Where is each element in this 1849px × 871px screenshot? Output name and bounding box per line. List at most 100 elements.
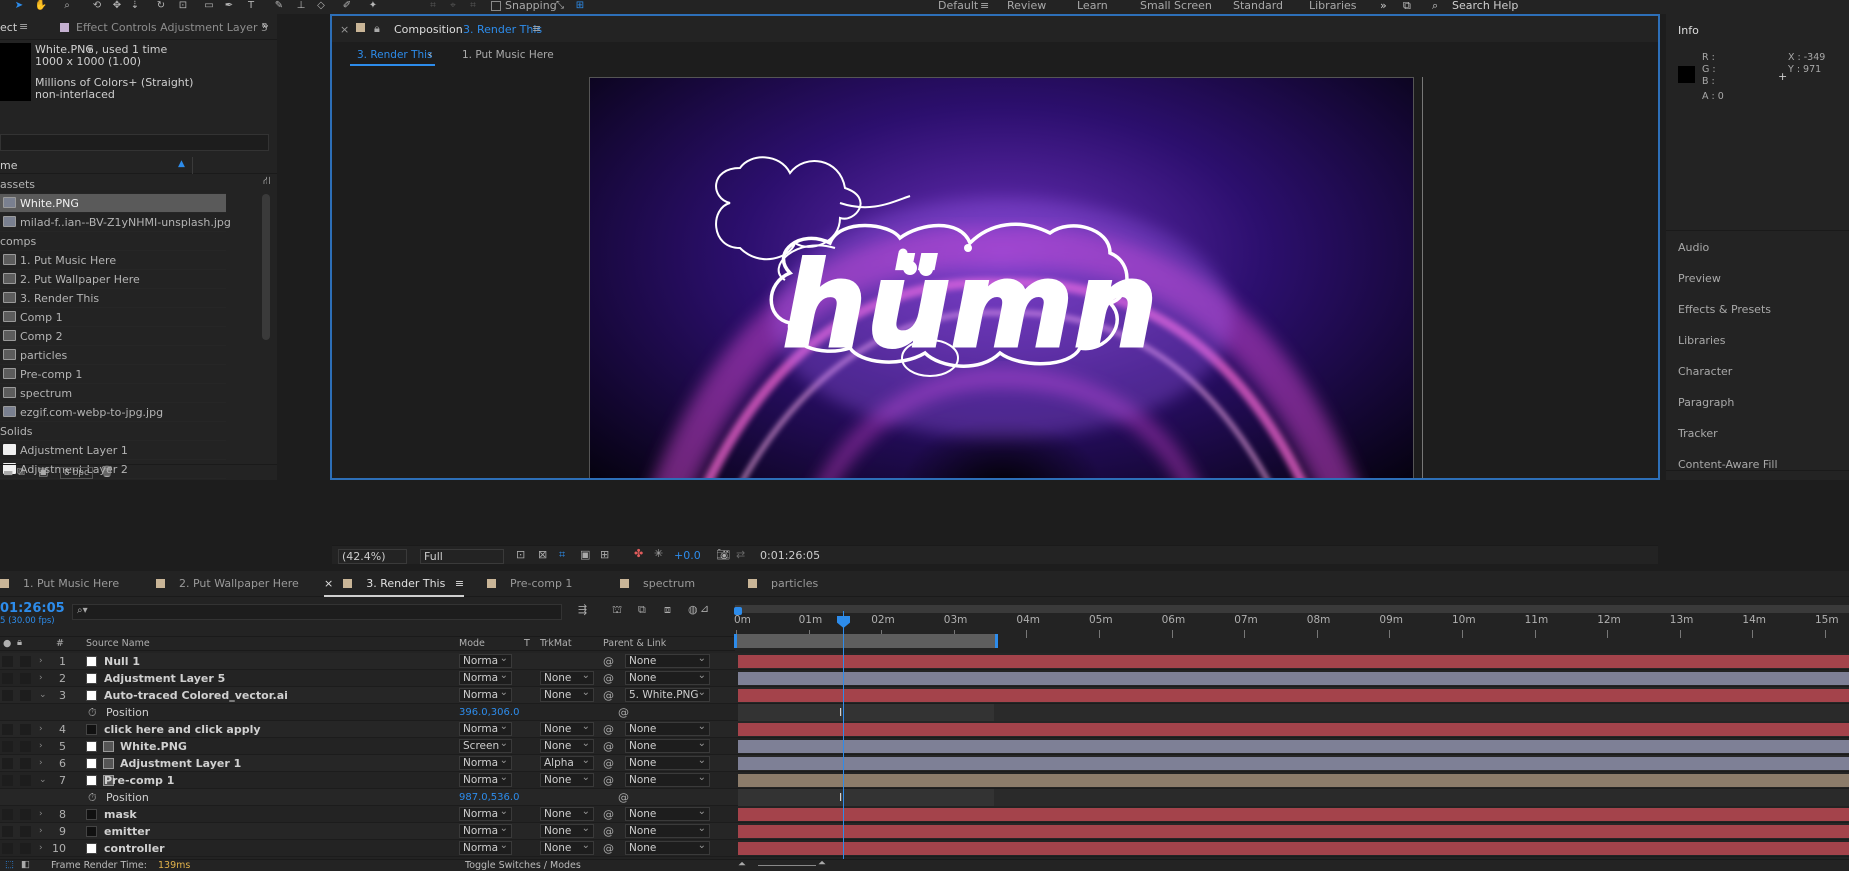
visibility-toggle[interactable] (2, 809, 13, 820)
snap-options-icon[interactable]: ⤡ (553, 0, 567, 13)
layer-duration-bar[interactable] (738, 808, 1849, 821)
layer-name[interactable]: emitter (104, 823, 150, 840)
layer-label-color[interactable] (86, 690, 97, 701)
layer-label-color[interactable] (86, 656, 97, 667)
snapping-checkbox[interactable] (491, 1, 501, 11)
world-axis-icon[interactable]: ⌖ (446, 0, 460, 13)
search-help-input[interactable]: Search Help (1452, 0, 1518, 12)
project-item[interactable]: comps (0, 232, 226, 251)
layer-name[interactable]: Adjustment Layer 1 (120, 755, 241, 772)
breadcrumb-render-this[interactable]: 3. Render This (357, 49, 433, 61)
pickwhip-icon[interactable]: @ (603, 687, 614, 704)
trkmat-dropdown[interactable]: None (540, 671, 594, 685)
lock-toggle[interactable] (20, 809, 31, 820)
view-axis-icon[interactable]: ⌗ (466, 0, 480, 13)
layer-name[interactable]: White.PNG (120, 738, 187, 755)
property-row[interactable]: ⏱ Position 396.0,306.0 @ I (0, 704, 1849, 721)
pan-tool-icon[interactable]: ✥ (110, 0, 124, 13)
layer-name[interactable]: controller (104, 840, 165, 857)
property-track[interactable]: I (738, 704, 1849, 721)
layer-name[interactable]: Null 1 (104, 653, 140, 670)
breadcrumb-put-music[interactable]: 1. Put Music Here (462, 49, 554, 61)
layer-duration-bar[interactable] (738, 740, 1849, 753)
layer-duration-bar[interactable] (738, 842, 1849, 855)
zoom-tool-icon[interactable]: ⌕ (60, 0, 74, 13)
sort-ascending-icon[interactable]: ▲ (178, 159, 185, 169)
selection-tool-icon[interactable]: ➤ (12, 0, 26, 13)
layer-duration-bar[interactable] (738, 689, 1849, 702)
layer-duration-bar[interactable] (738, 774, 1849, 787)
mode-dropdown[interactable]: Norma (459, 773, 512, 787)
mode-dropdown[interactable]: Norma (459, 688, 512, 702)
parent-dropdown[interactable]: None (625, 824, 710, 838)
layer-duration-bar[interactable] (738, 723, 1849, 736)
panel-section-effects-presets[interactable]: Effects & Presets (1678, 295, 1849, 325)
mode-dropdown[interactable]: Norma (459, 654, 512, 668)
visibility-toggle[interactable] (2, 656, 13, 667)
layer-name[interactable]: Pre-comp 1 (104, 772, 174, 789)
trkmat-dropdown[interactable]: None (540, 739, 594, 753)
project-item[interactable]: spectrum (0, 384, 226, 403)
orbit-tool-icon[interactable]: ⟲ (90, 0, 104, 13)
layer-label-color[interactable] (86, 724, 97, 735)
workspace-learn[interactable]: Learn (1077, 0, 1108, 12)
visibility-toggle[interactable] (2, 673, 13, 684)
new-composition-icon[interactable]: ▣ (38, 465, 48, 478)
layer-duration-bar[interactable] (738, 757, 1849, 770)
project-tab-menu-icon[interactable]: ≡ (19, 20, 28, 33)
clone-stamp-tool-icon[interactable]: ⊥ (294, 0, 308, 13)
lock-toggle[interactable] (20, 690, 31, 701)
fast-previews-icon[interactable]: ⊡ (516, 548, 525, 561)
toggle-switches-modes[interactable]: Toggle Switches / Modes (465, 860, 581, 871)
info-title[interactable]: Info (1678, 24, 1699, 37)
composition-title-name[interactable]: 3. Render This (463, 23, 542, 36)
expand-twirl-icon[interactable]: › (39, 670, 43, 687)
parent-dropdown[interactable]: 5. White.PNG (625, 688, 710, 702)
sync-icon[interactable]: ⧉ (1403, 0, 1411, 12)
transparency-grid-icon[interactable]: ⊠ (538, 548, 547, 561)
layer-row[interactable]: › 8 mask Norma None @ None (0, 806, 1849, 823)
project-item[interactable]: ezgif.com-webp-to-jpg.jpg (0, 403, 226, 422)
expand-twirl-icon[interactable]: › (39, 823, 43, 840)
panel-section-libraries[interactable]: Libraries (1678, 326, 1849, 356)
workspace-small-screen[interactable]: Small Screen (1140, 0, 1212, 12)
project-item[interactable]: Comp 2 (0, 327, 226, 346)
layer-row[interactable]: › 4 click here and click apply Norma None @ No… (0, 721, 1849, 738)
layer-row[interactable]: ⌄ 3 Auto-traced Colored_vector.ai Norma None… (0, 687, 1849, 704)
trkmat-dropdown[interactable]: Alpha (540, 756, 594, 770)
more-workspaces-icon[interactable]: » (1380, 0, 1387, 12)
pickwhip-icon[interactable]: @ (603, 806, 614, 823)
panel-section-preview[interactable]: Preview (1678, 264, 1849, 294)
lock-toggle[interactable] (20, 673, 31, 684)
trkmat-dropdown[interactable]: None (540, 841, 594, 855)
expand-twirl-icon[interactable]: › (39, 840, 43, 857)
mask-visibility-icon[interactable]: ⌗ (559, 548, 565, 562)
composition-viewer[interactable]: hümn (589, 77, 1414, 478)
close-tab-icon[interactable]: × (340, 23, 349, 36)
local-axis-icon[interactable]: ⌗ (426, 0, 440, 13)
layer-duration-bar[interactable] (738, 825, 1849, 838)
project-scrollbar[interactable] (262, 194, 270, 340)
playhead-line[interactable] (843, 611, 844, 861)
layer-row[interactable]: › 5 White.PNG Screen None @ None (0, 738, 1849, 755)
stopwatch-icon[interactable]: ⏱ (88, 789, 97, 806)
parent-dropdown[interactable]: None (625, 722, 710, 736)
workspace-menu-icon[interactable]: ≡ (980, 0, 989, 12)
mode-dropdown[interactable]: Screen (459, 739, 512, 753)
project-item[interactable]: milad-f..ian--BV-Z1yNHMI-unsplash.jpg (0, 213, 231, 232)
workspace-libraries[interactable]: Libraries (1309, 0, 1357, 12)
parent-dropdown[interactable]: None (625, 773, 710, 787)
visibility-toggle[interactable] (2, 775, 13, 786)
dolly-tool-icon[interactable]: ⇣ (128, 0, 142, 13)
lock-toggle[interactable] (20, 758, 31, 769)
expand-twirl-icon[interactable]: › (39, 806, 43, 823)
zoom-dropdown[interactable]: (42.4%) (338, 549, 407, 564)
lock-toggle[interactable] (20, 741, 31, 752)
visibility-toggle[interactable] (2, 741, 13, 752)
comp-tab-menu-icon[interactable]: ≡ (532, 22, 541, 35)
lock-toggle[interactable] (20, 843, 31, 854)
layer-duration-bar[interactable] (738, 655, 1849, 668)
layer-row[interactable]: › 2 Adjustment Layer 5 Norma None @ None (0, 670, 1849, 687)
viewer-timecode[interactable]: 0:01:26:05 (760, 549, 820, 562)
property-row[interactable]: ⏱ Position 987.0,536.0 @ I (0, 789, 1849, 806)
